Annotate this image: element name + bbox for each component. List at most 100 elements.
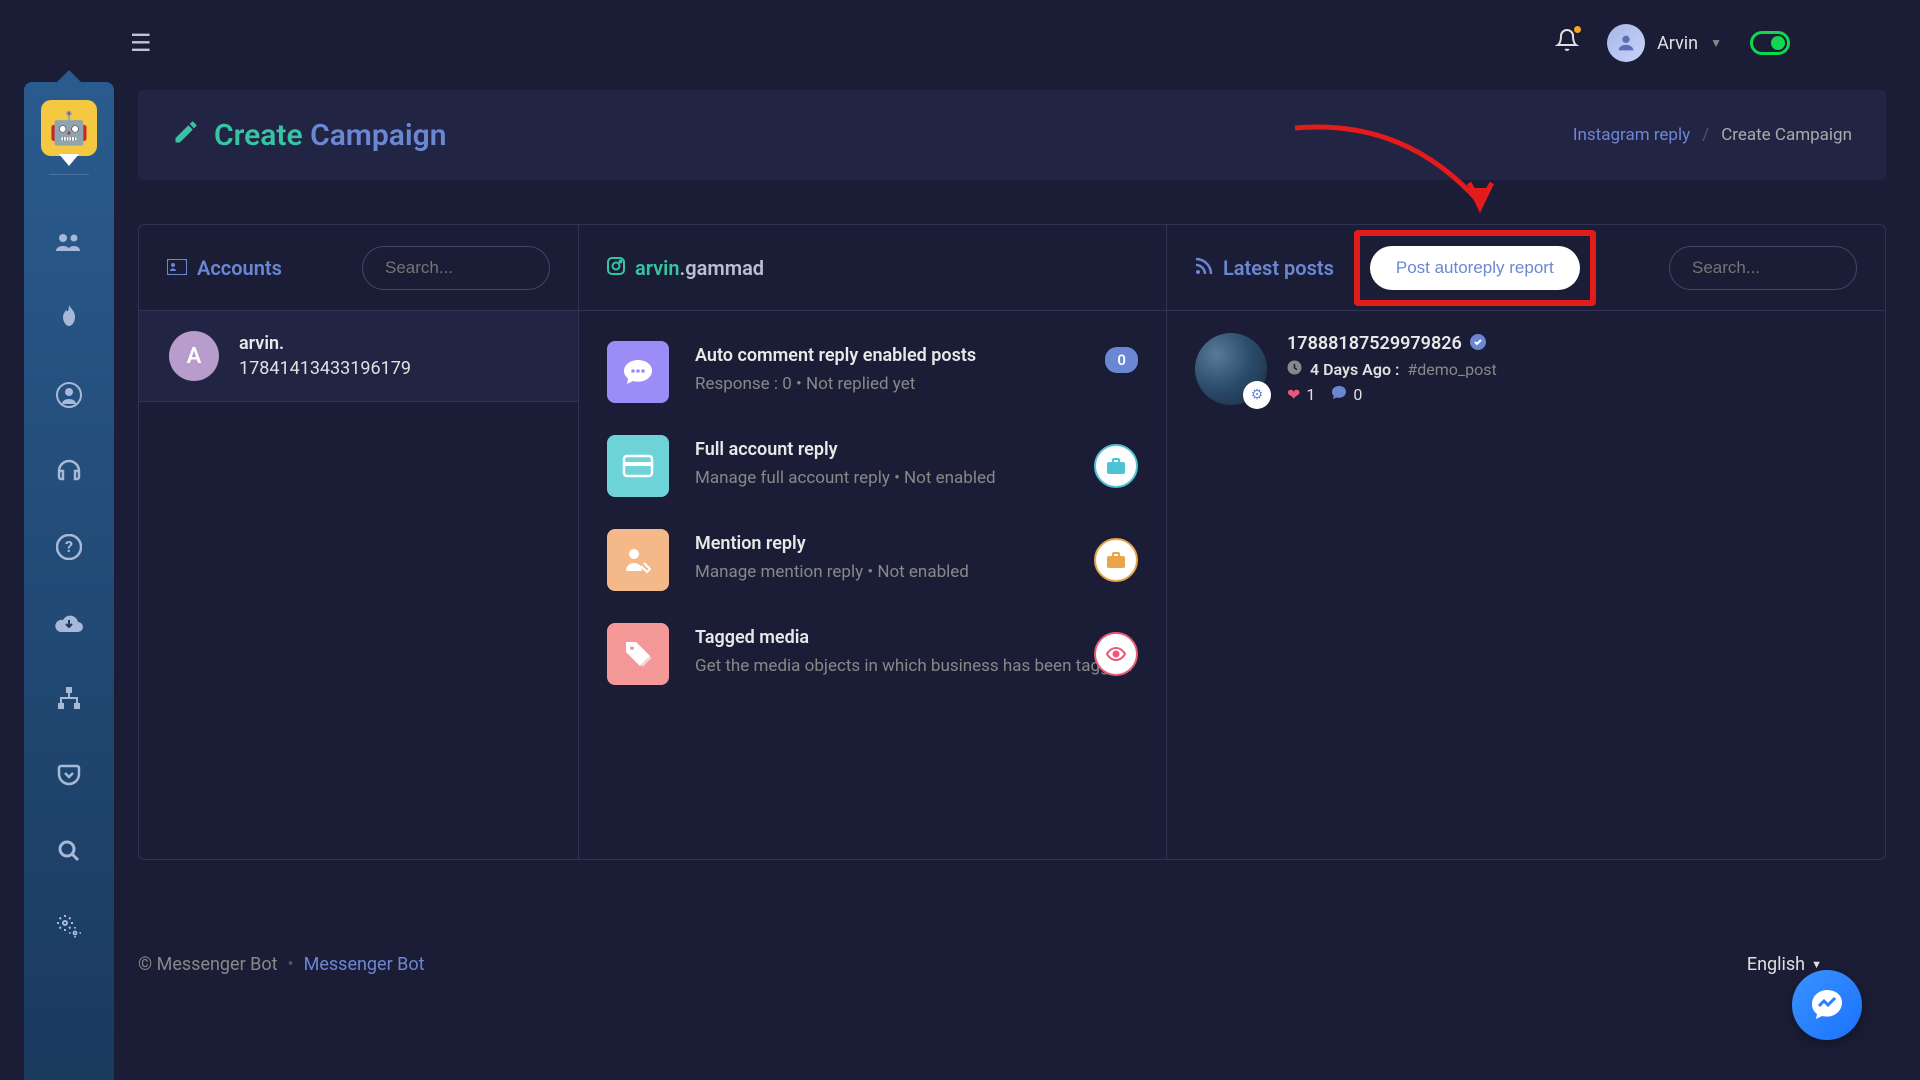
contact-card-icon — [167, 256, 187, 280]
posts-search-input[interactable] — [1669, 246, 1857, 290]
sidebar-item-user[interactable] — [24, 357, 114, 433]
accounts-header: Accounts — [139, 225, 578, 311]
feature-action-button[interactable] — [1094, 632, 1138, 676]
breadcrumb: Instagram reply / Create Campaign — [1573, 125, 1852, 145]
feature-badge: 0 — [1105, 347, 1138, 373]
feature-desc: Response : 0 • Not replied yet — [695, 374, 1138, 394]
clock-icon — [1287, 360, 1302, 379]
user-name: Arvin — [1657, 33, 1698, 54]
sidebar-item-fire[interactable] — [24, 281, 114, 357]
posts-title-text: Latest posts — [1223, 256, 1334, 280]
page-header: Create Campaign Instagram reply / Create… — [138, 90, 1886, 180]
posts-column: Latest posts Post autoreply report ⚙ 178… — [1167, 225, 1885, 859]
sidebar: 🤖 ? — [24, 82, 114, 1080]
feature-list: Auto comment reply enabled posts Respons… — [579, 311, 1166, 715]
feature-title: Full account reply — [695, 439, 1138, 460]
breadcrumb-link[interactable]: Instagram reply — [1573, 125, 1690, 145]
post-meta: 4 Days Ago : #demo_post — [1287, 360, 1497, 379]
details-column: arvin.gammad Auto comment reply enabled … — [579, 225, 1167, 859]
notifications-icon[interactable] — [1555, 28, 1579, 58]
user-avatar-icon — [1607, 24, 1645, 62]
language-selector[interactable]: English ▼ — [1747, 954, 1822, 975]
post-settings-icon[interactable]: ⚙ — [1243, 381, 1271, 409]
account-item[interactable]: A arvin. 17841413433196179 — [139, 311, 578, 402]
heart-icon: ❤ — [1287, 385, 1300, 404]
main: Create Campaign Instagram reply / Create… — [138, 90, 1886, 1080]
feature-desc: Get the media objects in which business … — [695, 656, 1138, 676]
post-id: 17888187529979826 — [1287, 333, 1462, 354]
feature-title: Mention reply — [695, 533, 1138, 554]
logo-icon[interactable]: 🤖 — [41, 100, 97, 156]
footer-copy: © Messenger Bot — [138, 954, 278, 975]
post-id-row: 17888187529979826 — [1287, 333, 1497, 354]
comment-icon — [1331, 385, 1347, 404]
lang-text: English — [1747, 954, 1805, 975]
post-time: 4 Days Ago : — [1310, 360, 1399, 379]
post-item[interactable]: ⚙ 17888187529979826 4 Days Ago : — [1167, 311, 1885, 427]
sidebar-item-search[interactable] — [24, 813, 114, 889]
post-comments: 0 — [1331, 385, 1362, 404]
feature-text: Auto comment reply enabled posts Respons… — [695, 341, 1138, 394]
accounts-title: Accounts — [167, 256, 282, 280]
user-menu[interactable]: Arvin ▼ — [1607, 24, 1722, 62]
sidebar-item-help[interactable]: ? — [24, 509, 114, 585]
footer: © Messenger Bot • Messenger Bot English … — [138, 954, 1886, 975]
sidebar-item-users[interactable] — [24, 205, 114, 281]
footer-sep: • — [288, 954, 294, 975]
feature-desc: Manage mention reply • Not enabled — [695, 562, 1138, 582]
sidebar-item-pocket[interactable] — [24, 737, 114, 813]
rss-icon — [1195, 256, 1213, 280]
post-autoreply-report-button[interactable]: Post autoreply report — [1370, 246, 1580, 290]
edit-icon — [172, 118, 200, 153]
post-tag: #demo_post — [1407, 360, 1496, 379]
details-header: arvin.gammad — [579, 225, 1166, 311]
feature-action-button[interactable] — [1094, 444, 1138, 488]
post-likes: ❤ 1 — [1287, 385, 1315, 404]
sidebar-item-headset[interactable] — [24, 433, 114, 509]
feature-desc: Manage full account reply • Not enabled — [695, 468, 1138, 488]
highlight-annotation: Post autoreply report — [1354, 230, 1596, 306]
feature-title: Auto comment reply enabled posts — [695, 345, 1138, 366]
feature-full-account[interactable]: Full account reply Manage full account r… — [579, 419, 1166, 513]
svg-text:?: ? — [65, 537, 73, 556]
chat-icon — [607, 341, 669, 403]
sidebar-item-cloud[interactable] — [24, 585, 114, 661]
post-stats: ❤ 1 0 — [1287, 385, 1497, 404]
feature-text: Tagged media Get the media objects in wh… — [695, 623, 1138, 676]
sidebar-item-nodes[interactable] — [24, 661, 114, 737]
likes-count: 1 — [1306, 385, 1315, 404]
account-name: arvin. — [239, 333, 411, 354]
notification-dot-icon — [1574, 26, 1581, 33]
sidebar-divider — [49, 174, 89, 175]
tag-icon — [607, 623, 669, 685]
footer-link[interactable]: Messenger Bot — [304, 954, 425, 975]
comments-count: 0 — [1353, 385, 1362, 404]
account-info: arvin. 17841413433196179 — [239, 333, 411, 379]
feature-mention[interactable]: Mention reply Manage mention reply • Not… — [579, 513, 1166, 607]
user-tag-icon — [607, 529, 669, 591]
chat-fab[interactable] — [1792, 970, 1862, 1040]
accounts-search-input[interactable] — [362, 246, 550, 290]
columns: Accounts A arvin. 17841413433196179 — [138, 224, 1886, 860]
top-header: ☰ Arvin ▼ — [0, 0, 1920, 86]
sidebar-item-settings[interactable] — [24, 889, 114, 965]
feature-tagged[interactable]: Tagged media Get the media objects in wh… — [579, 607, 1166, 701]
breadcrumb-sep: / — [1702, 125, 1709, 145]
instagram-icon — [607, 256, 625, 280]
post-info: 17888187529979826 4 Days Ago : #demo_pos… — [1287, 333, 1497, 405]
account-avatar: A — [169, 331, 219, 381]
top-right: Arvin ▼ — [1555, 24, 1790, 62]
hamburger-icon[interactable]: ☰ — [130, 29, 152, 57]
page-title-text2: Campaign — [310, 118, 446, 153]
account-id: 17841413433196179 — [239, 358, 411, 379]
post-avatar-wrap: ⚙ — [1195, 333, 1267, 405]
page-title-text1: Create — [214, 118, 303, 153]
toggle-icon[interactable] — [1750, 31, 1790, 55]
posts-header: Latest posts Post autoreply report — [1167, 225, 1885, 311]
details-title-suffix: .gammad — [680, 256, 765, 280]
verified-icon — [1470, 334, 1486, 354]
chevron-down-icon: ▼ — [1811, 958, 1822, 971]
feature-text: Mention reply Manage mention reply • Not… — [695, 529, 1138, 582]
feature-action-button[interactable] — [1094, 538, 1138, 582]
feature-auto-comment[interactable]: Auto comment reply enabled posts Respons… — [579, 325, 1166, 419]
